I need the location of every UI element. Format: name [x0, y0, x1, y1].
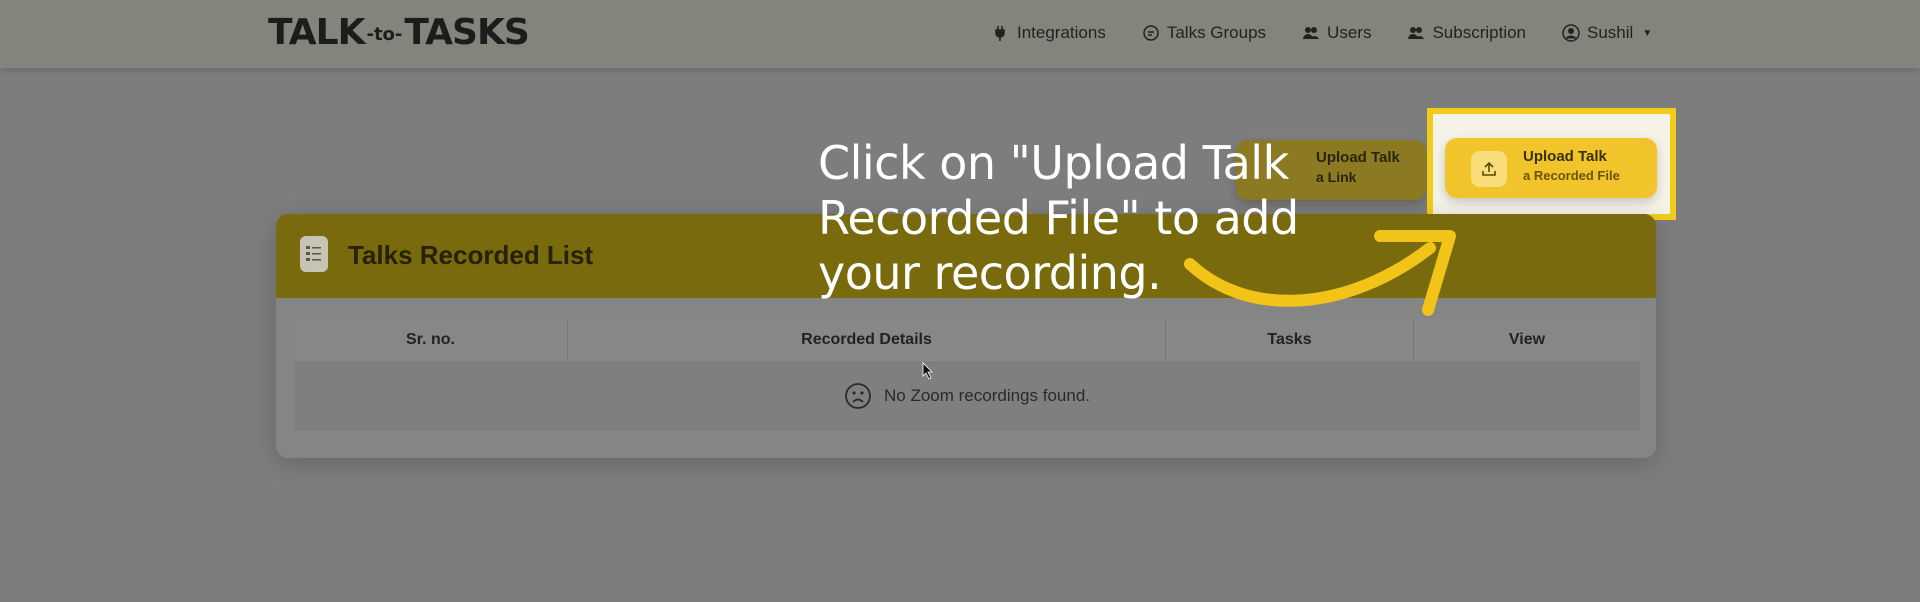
upload-file-label: Upload Talk	[1523, 148, 1607, 165]
navbar: TALK -to- TASKS Integrations Talks Group…	[0, 0, 1920, 68]
column-header-tasks: Tasks	[1166, 318, 1414, 362]
chat-icon	[1143, 25, 1159, 41]
list-icon	[300, 236, 328, 272]
column-header-sr-no: Sr. no.	[294, 318, 568, 362]
logo-part-tasks: TASKS	[404, 11, 529, 53]
nav-label: Subscription	[1432, 23, 1527, 42]
upload-recorded-file-button[interactable]: Upload Talk a Recorded File	[1445, 138, 1657, 198]
upload-icon	[1471, 151, 1507, 187]
logo[interactable]: TALK -to- TASKS	[268, 10, 530, 54]
user-circle-icon	[1562, 24, 1580, 42]
recordings-table: Sr. no. Recorded Details Tasks View No Z…	[294, 318, 1640, 430]
subscription-icon	[1408, 27, 1425, 39]
nav-label: Users	[1327, 23, 1372, 42]
nav-links: Integrations Talks Groups Users Subscrip…	[992, 20, 1652, 46]
column-header-recorded-details: Recorded Details	[568, 318, 1166, 362]
users-icon	[1303, 27, 1320, 39]
sad-face-icon	[845, 383, 871, 409]
empty-state-row: No Zoom recordings found.	[294, 362, 1640, 430]
empty-state-message: No Zoom recordings found.	[884, 386, 1090, 405]
mouse-cursor-icon	[922, 362, 933, 380]
user-menu[interactable]: Sushil ▼	[1562, 23, 1652, 43]
logo-part-to: -to-	[366, 23, 403, 45]
nav-item-integrations[interactable]: Integrations	[992, 23, 1106, 43]
annotation-text: Click on "Upload Talk Recorded File" to …	[818, 136, 1299, 300]
caret-down-icon: ▼	[1642, 27, 1653, 39]
logo-part-talk: TALK	[268, 11, 365, 53]
card-title: Talks Recorded List	[348, 240, 594, 270]
nav-item-users[interactable]: Users	[1302, 23, 1371, 43]
nav-item-talks-groups[interactable]: Talks Groups	[1142, 23, 1266, 43]
nav-item-subscription[interactable]: Subscription	[1407, 23, 1526, 43]
plug-icon	[995, 26, 1005, 41]
upload-file-sublabel: a Recorded File	[1523, 168, 1620, 183]
nav-label: Talks Groups	[1166, 23, 1267, 42]
user-name: Sushil	[1587, 23, 1634, 42]
nav-label: Integrations	[1017, 23, 1106, 42]
column-header-view: View	[1508, 331, 1546, 348]
table-header: Sr. no. Recorded Details Tasks View	[294, 318, 1640, 363]
